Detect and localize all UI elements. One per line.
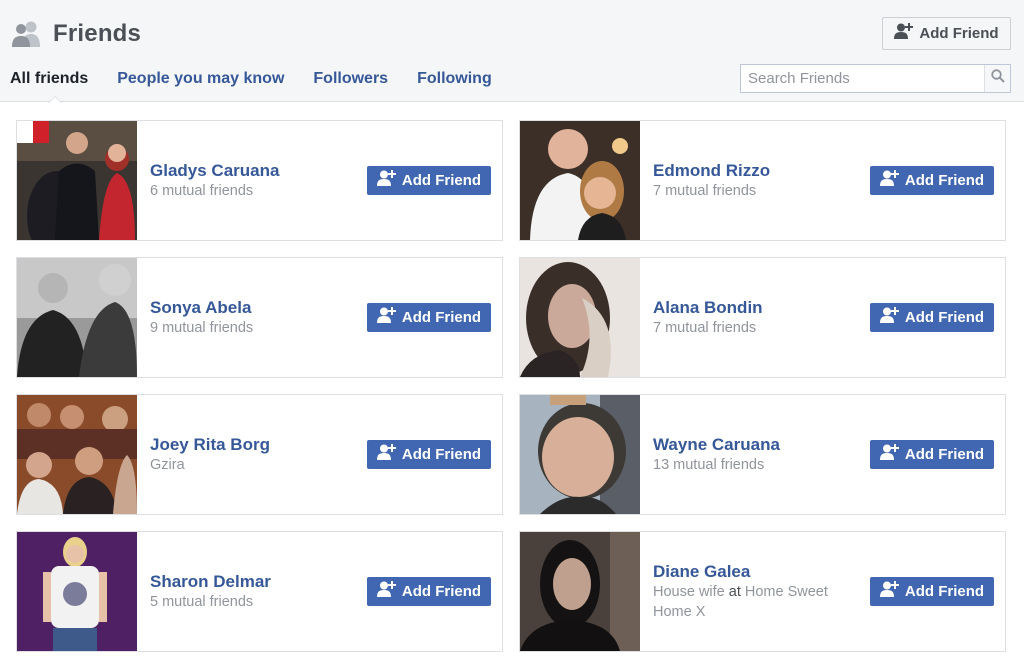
- work-info[interactable]: House wife at Home Sweet Home X: [653, 582, 863, 622]
- mutual-friends[interactable]: 9 mutual friends: [150, 318, 360, 338]
- add-friend-icon: [376, 581, 396, 602]
- friend-info: Sharon Delmar 5 mutual friends: [150, 532, 360, 651]
- profile-photo[interactable]: [17, 395, 137, 514]
- current-city[interactable]: Gzira: [150, 455, 360, 475]
- profile-photo[interactable]: [520, 395, 640, 514]
- friend-card: Joey Rita Borg Gzira Add Friend: [16, 394, 503, 515]
- add-friend-icon: [879, 170, 899, 191]
- friend-card: Alana Bondin 7 mutual friends Add Friend: [519, 257, 1006, 378]
- mutual-friends[interactable]: 7 mutual friends: [653, 318, 863, 338]
- friend-card: Diane Galea House wife at Home Sweet Hom…: [519, 531, 1006, 652]
- friend-card: Sharon Delmar 5 mutual friends Add Frien…: [16, 531, 503, 652]
- search-icon: [990, 69, 1005, 88]
- friend-info: Gladys Caruana 6 mutual friends: [150, 121, 360, 240]
- add-friend-icon: [376, 307, 396, 328]
- search-button[interactable]: [984, 65, 1010, 92]
- header-add-friend-label: Add Friend: [919, 25, 999, 42]
- add-friend-label: Add Friend: [904, 309, 985, 326]
- friend-name[interactable]: Alana Bondin: [653, 298, 863, 318]
- add-friend-button[interactable]: Add Friend: [367, 166, 491, 195]
- add-friend-label: Add Friend: [401, 309, 482, 326]
- add-friend-label: Add Friend: [401, 172, 482, 189]
- add-friend-button[interactable]: Add Friend: [870, 440, 994, 469]
- add-friend-label: Add Friend: [904, 583, 985, 600]
- header-add-friend-button[interactable]: Add Friend: [882, 17, 1011, 50]
- add-friend-icon: [879, 581, 899, 602]
- add-friend-button[interactable]: Add Friend: [367, 577, 491, 606]
- search-friends-box: [740, 64, 1011, 93]
- friends-tabs: All friends People you may know Follower…: [10, 70, 521, 103]
- add-friend-button[interactable]: Add Friend: [367, 303, 491, 332]
- mutual-friends[interactable]: 5 mutual friends: [150, 592, 360, 612]
- mutual-friends[interactable]: 7 mutual friends: [653, 181, 863, 201]
- job-title: House wife: [653, 583, 725, 600]
- profile-photo[interactable]: [17, 258, 137, 377]
- tab-people-you-may-know[interactable]: People you may know: [117, 70, 284, 102]
- friend-name[interactable]: Joey Rita Borg: [150, 435, 360, 455]
- friend-info: Diane Galea House wife at Home Sweet Hom…: [653, 532, 863, 651]
- friend-name[interactable]: Sonya Abela: [150, 298, 360, 318]
- tab-following[interactable]: Following: [417, 70, 492, 102]
- add-friend-icon: [376, 170, 396, 191]
- add-friend-icon: [879, 444, 899, 465]
- work-connector: at: [728, 583, 741, 600]
- friends-title-row: Friends: [12, 18, 141, 50]
- friends-header: Friends Add Friend All friends People yo…: [0, 0, 1024, 103]
- page-title: Friends: [53, 20, 142, 47]
- friend-name[interactable]: Sharon Delmar: [150, 572, 360, 592]
- friend-card: Gladys Caruana 6 mutual friends Add Frie…: [16, 120, 503, 241]
- tab-label: All friends: [10, 70, 89, 87]
- friends-grid: Gladys Caruana 6 mutual friends Add Frie…: [16, 120, 1006, 652]
- friend-info: Sonya Abela 9 mutual friends: [150, 258, 360, 377]
- mutual-friends[interactable]: 13 mutual friends: [653, 455, 863, 475]
- add-friend-icon: [376, 444, 396, 465]
- friend-card: Edmond Rizzo 7 mutual friends Add Friend: [519, 120, 1006, 241]
- add-friend-button[interactable]: Add Friend: [870, 166, 994, 195]
- tab-all-friends[interactable]: All friends: [10, 70, 89, 103]
- add-friend-label: Add Friend: [904, 172, 985, 189]
- profile-photo[interactable]: [520, 121, 640, 240]
- profile-photo[interactable]: [520, 532, 640, 651]
- profile-photo[interactable]: [17, 532, 137, 651]
- search-input[interactable]: [741, 65, 984, 92]
- friend-name[interactable]: Edmond Rizzo: [653, 161, 863, 181]
- friend-info: Alana Bondin 7 mutual friends: [653, 258, 863, 377]
- add-friend-icon: [879, 307, 899, 328]
- profile-photo[interactable]: [520, 258, 640, 377]
- friend-name[interactable]: Diane Galea: [653, 562, 863, 582]
- add-friend-label: Add Friend: [904, 446, 985, 463]
- friend-card: Sonya Abela 9 mutual friends Add Friend: [16, 257, 503, 378]
- add-friend-button[interactable]: Add Friend: [367, 440, 491, 469]
- friend-info: Edmond Rizzo 7 mutual friends: [653, 121, 863, 240]
- add-friend-icon: [894, 23, 914, 44]
- add-friend-label: Add Friend: [401, 583, 482, 600]
- friend-info: Wayne Caruana 13 mutual friends: [653, 395, 863, 514]
- profile-photo[interactable]: [17, 121, 137, 240]
- friends-icon: [12, 20, 42, 48]
- tab-label: People you may know: [117, 70, 285, 87]
- tab-label: Followers: [313, 70, 389, 87]
- friend-name[interactable]: Gladys Caruana: [150, 161, 360, 181]
- friend-info: Joey Rita Borg Gzira: [150, 395, 360, 514]
- friend-name[interactable]: Wayne Caruana: [653, 435, 863, 455]
- add-friend-button[interactable]: Add Friend: [870, 303, 994, 332]
- friend-card: Wayne Caruana 13 mutual friends Add Frie…: [519, 394, 1006, 515]
- tab-followers[interactable]: Followers: [313, 70, 388, 102]
- add-friend-button[interactable]: Add Friend: [870, 577, 994, 606]
- mutual-friends[interactable]: 6 mutual friends: [150, 181, 360, 201]
- active-tab-indicator: [48, 96, 62, 103]
- add-friend-label: Add Friend: [401, 446, 482, 463]
- tab-label: Following: [417, 70, 492, 87]
